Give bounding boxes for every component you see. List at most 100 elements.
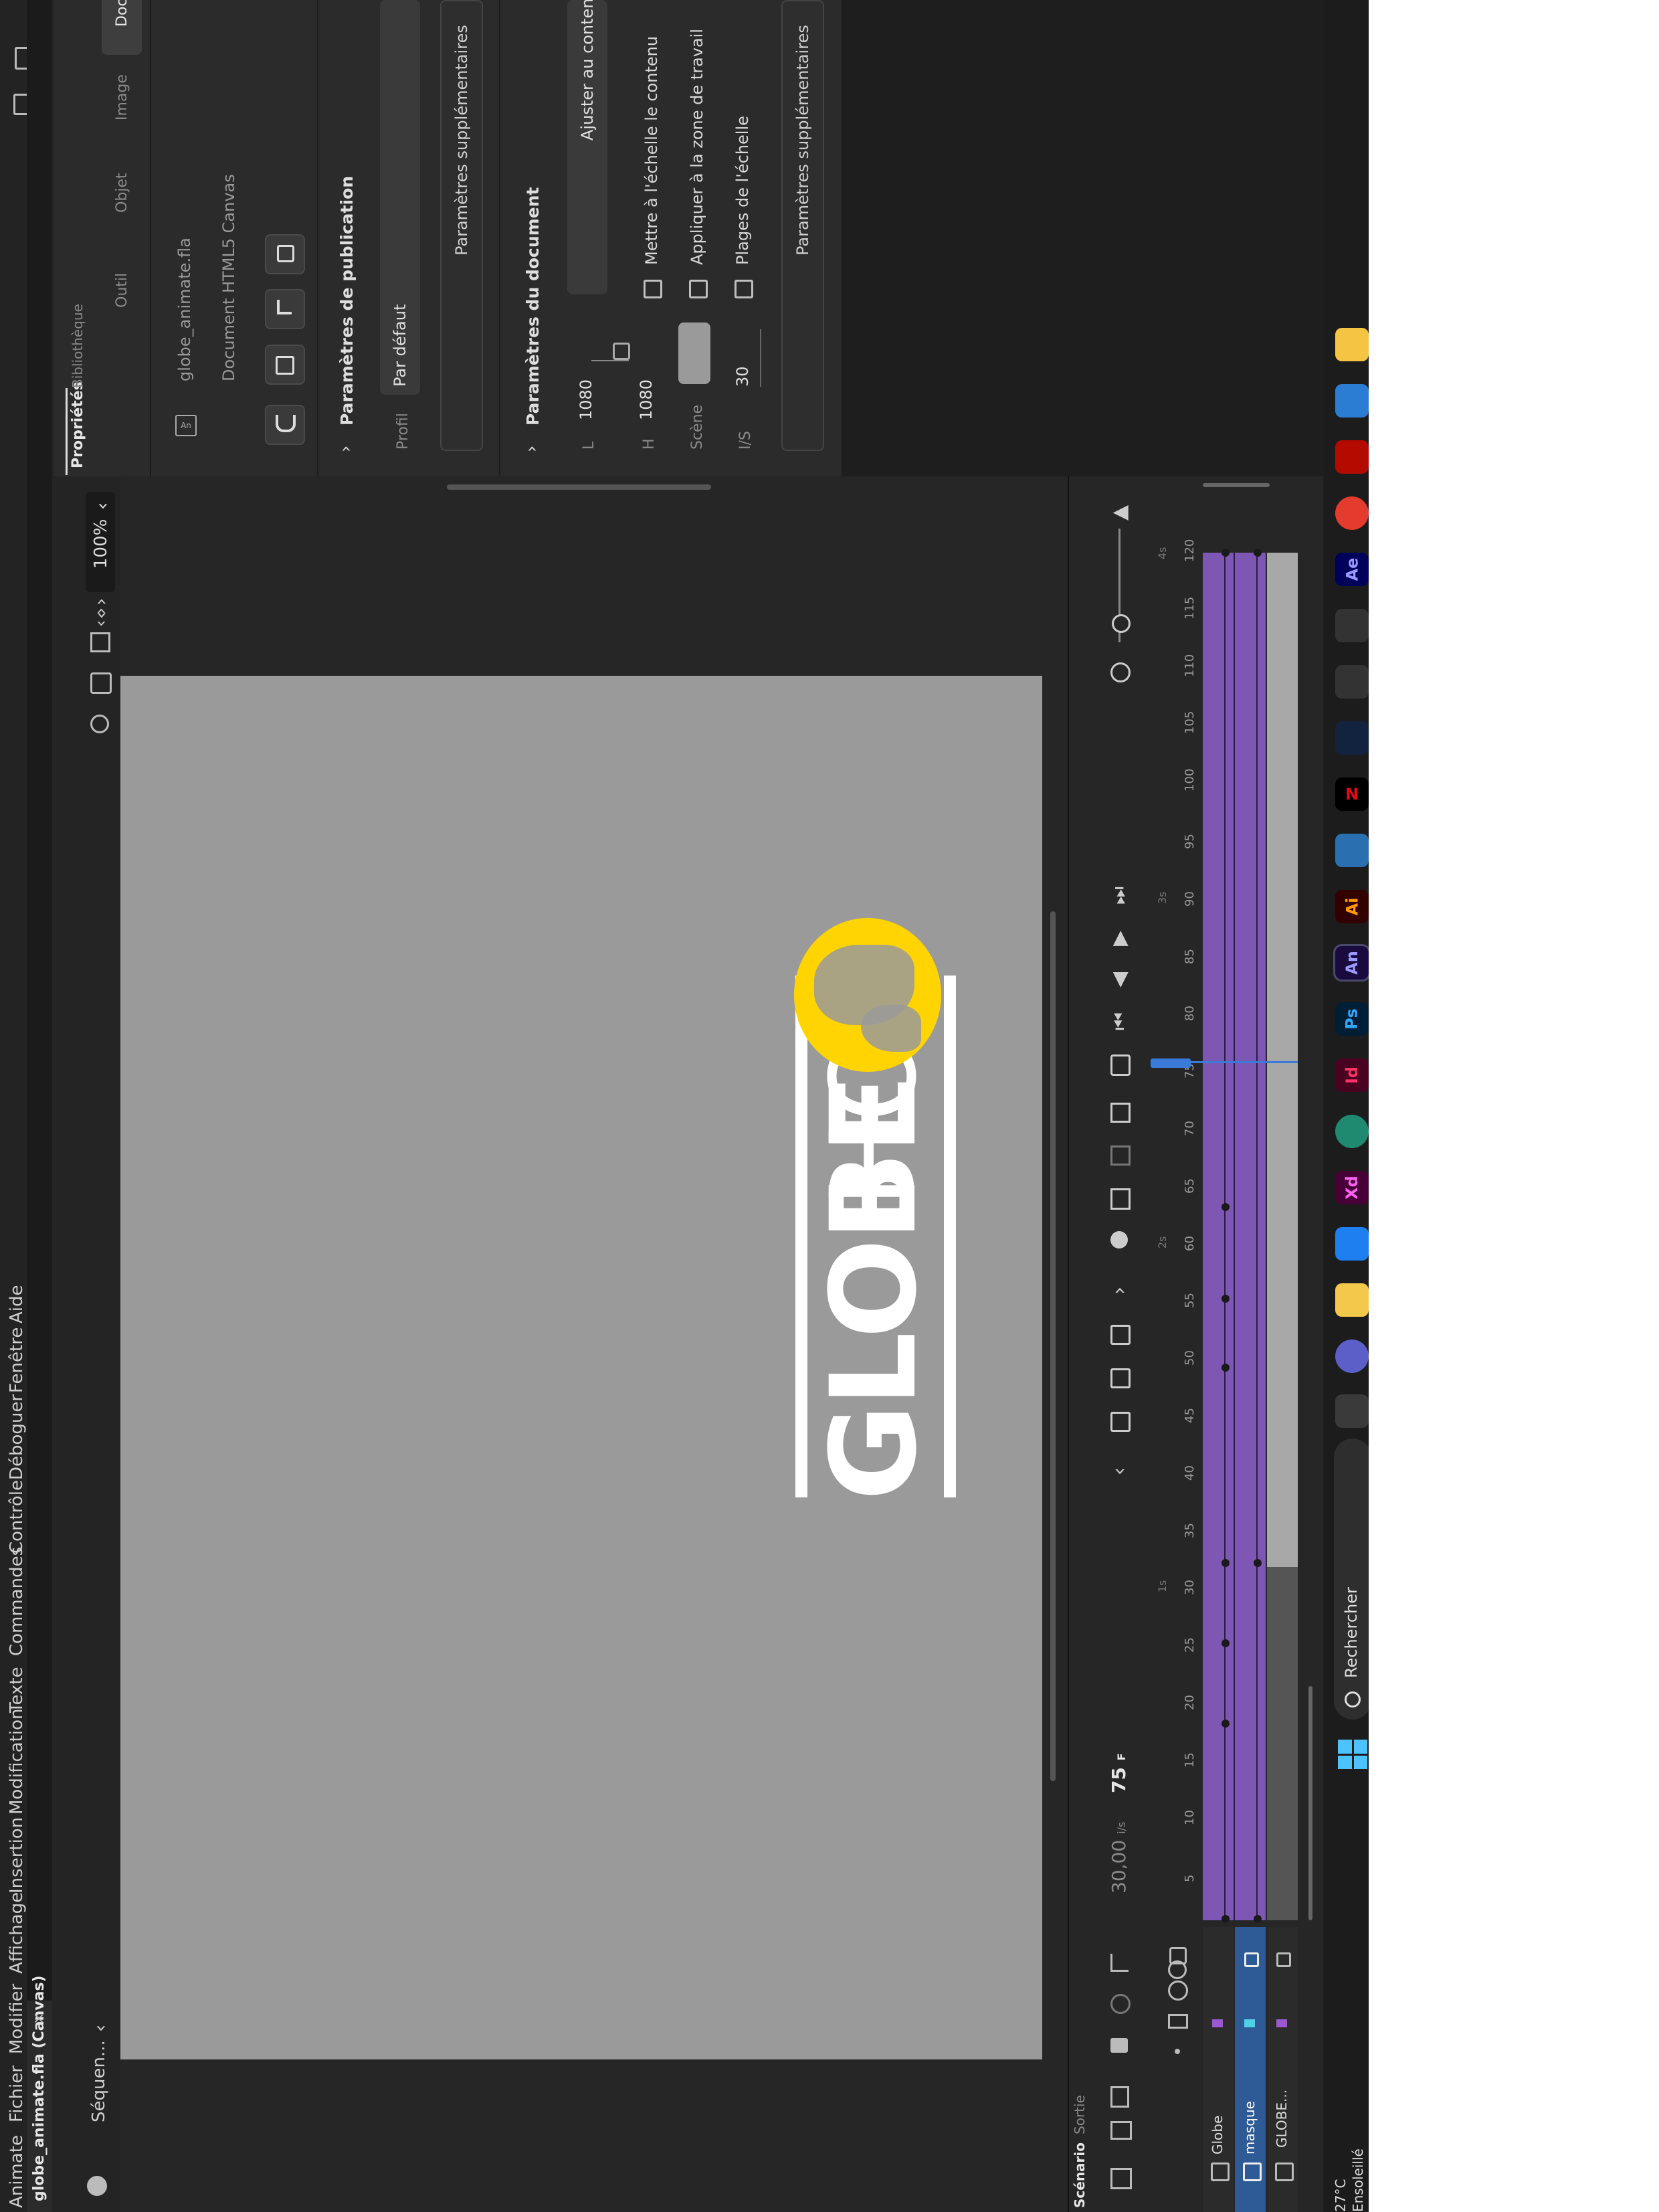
create-tween-icon[interactable]	[1110, 1103, 1131, 1123]
subtab-doc[interactable]: Doc	[114, 0, 130, 27]
layer-name[interactable]: Globe	[1209, 2116, 1226, 2154]
add-layer-icon[interactable]	[1110, 2168, 1132, 2189]
layer-row-globe[interactable]: Globe	[1203, 1927, 1234, 2212]
insert-blank-keyframe-icon[interactable]	[1110, 1368, 1131, 1388]
layer-name[interactable]: GLOBE...	[1274, 2090, 1290, 2148]
timeline-tab-scenario[interactable]: Scénario	[1072, 2142, 1088, 2208]
playhead-handle[interactable]	[1151, 1058, 1191, 1068]
go-last-icon[interactable]: ⏭	[1108, 887, 1131, 905]
keyframe-masque[interactable]	[1254, 1559, 1262, 1568]
windows-start-icon[interactable]	[1338, 1740, 1367, 1769]
lock-all-icon-2[interactable]	[1169, 1947, 1187, 1964]
menu-texte[interactable]: Texte	[7, 1667, 27, 1713]
checkbox-scale-content[interactable]	[644, 280, 662, 298]
stage-fit-icon[interactable]	[90, 632, 110, 652]
after-effects-icon[interactable]: Ae	[1335, 553, 1369, 586]
keyframe-globe[interactable]	[1222, 1559, 1230, 1568]
word-icon[interactable]	[1335, 384, 1369, 418]
media-encoder-icon[interactable]	[1335, 834, 1369, 867]
globe-circle-icon[interactable]	[794, 918, 941, 1072]
color-app-icon[interactable]	[1335, 609, 1369, 642]
tab-close-icon[interactable]: ×	[31, 2013, 47, 2025]
hide-all-icon[interactable]	[1168, 1980, 1188, 2001]
timeline-scrollbar-h[interactable]	[1308, 1686, 1312, 1920]
sublime-icon[interactable]	[1335, 665, 1369, 699]
scene-icon[interactable]	[87, 2176, 107, 2196]
doc-chevron-icon[interactable]: ›	[522, 446, 542, 452]
crosshair-icon[interactable]	[90, 715, 109, 733]
graph-icon[interactable]	[1110, 1954, 1129, 1972]
notes-icon[interactable]	[1335, 328, 1369, 361]
menu-deboguer[interactable]: Déboguer	[7, 1394, 27, 1480]
doc-section-title[interactable]: Paramètres du document	[523, 187, 543, 426]
photoshop-icon[interactable]: Ps	[1335, 1002, 1369, 1036]
zoom-timeline-in-icon[interactable]: ▲	[1108, 505, 1131, 521]
track-globe-masked-b[interactable]	[1267, 1567, 1298, 1920]
track-globe-masked-a[interactable]	[1267, 553, 1298, 1567]
menu-controle[interactable]: Contrôle	[7, 1480, 27, 1554]
checkbox-scale-ranges[interactable]	[735, 280, 753, 298]
step-back-icon[interactable]: ◀	[1108, 972, 1131, 988]
task-view-icon[interactable]	[1335, 1394, 1369, 1428]
ubisoft-icon[interactable]	[1335, 721, 1369, 755]
loop-icon[interactable]	[1110, 1054, 1131, 1076]
scroll-arrows-icon[interactable]: ‹ ›	[90, 598, 112, 619]
camera-icon[interactable]	[1110, 2038, 1128, 2053]
zoom-display[interactable]: 100%	[91, 519, 111, 569]
search-placeholder[interactable]: Rechercher	[1342, 1587, 1361, 1678]
publish-section-title[interactable]: Paramètres de publication	[337, 176, 357, 426]
layer-lock-icon[interactable]	[1244, 1952, 1259, 1967]
weather-desc[interactable]: Ensoleillé	[1350, 2148, 1366, 2212]
keyframe-globe[interactable]	[1222, 1915, 1230, 1923]
file-explorer-icon[interactable]	[1335, 1283, 1369, 1317]
keyframe-globe[interactable]	[1222, 1203, 1230, 1212]
subtab-outil[interactable]: Outil	[114, 273, 130, 308]
layer-row-globe-masked[interactable]: GLOBE...	[1267, 1927, 1298, 2212]
tab-bibliotheque[interactable]: Bibliothèque	[70, 304, 86, 388]
go-first-icon[interactable]: ⏮	[1108, 1012, 1131, 1030]
width-value[interactable]: 1080	[577, 379, 595, 420]
menu-modifier[interactable]: Modifier	[7, 1984, 27, 2054]
parent-layer-icon[interactable]	[1110, 1994, 1131, 2014]
animate-icon[interactable]: An	[1333, 944, 1371, 982]
subtab-image[interactable]: Image	[114, 74, 130, 120]
timeline-tab-sortie[interactable]: Sortie	[1072, 2095, 1088, 2134]
clear-keyframe-icon[interactable]	[1110, 1325, 1131, 1345]
menu-affichage[interactable]: Affichage	[7, 1892, 27, 1974]
next-keyframe-icon[interactable]: ›	[1108, 1287, 1131, 1295]
acrobat-icon[interactable]	[1335, 440, 1369, 474]
link-dimensions-icon[interactable]	[613, 343, 630, 360]
netflix-icon[interactable]: N	[1335, 777, 1369, 811]
illustrator-icon[interactable]: Ai	[1335, 890, 1369, 923]
menu-modification[interactable]: Modification	[7, 1709, 27, 1815]
chrome-icon[interactable]	[1335, 496, 1369, 530]
track-globe[interactable]	[1203, 553, 1234, 1920]
track-masque[interactable]	[1235, 553, 1266, 1920]
insert-keyframe-icon[interactable]	[1110, 1412, 1131, 1432]
tab-proprietes[interactable]: Propriétés	[70, 381, 86, 468]
outline-all-icon[interactable]	[1168, 2014, 1188, 2029]
publish-chevron-icon[interactable]: ›	[336, 446, 356, 452]
checkbox-apply-workspace[interactable]	[689, 280, 708, 298]
xd-icon[interactable]: Xd	[1335, 1171, 1369, 1204]
scene-name[interactable]: Séquen...	[89, 2040, 109, 2122]
indesign-icon[interactable]: Id	[1335, 1058, 1369, 1092]
timeline-zoom-handle[interactable]	[1112, 614, 1131, 633]
props-scroll-handle[interactable]	[447, 484, 711, 490]
zoom-dropdown-icon[interactable]: ‹	[91, 502, 113, 510]
timeline-scrollbar-v[interactable]	[1203, 483, 1270, 487]
fps-value[interactable]: 30	[733, 366, 752, 387]
tween-icon[interactable]	[1110, 1145, 1131, 1166]
scene-color-swatch[interactable]	[678, 322, 710, 384]
chat-icon[interactable]	[1335, 1340, 1369, 1373]
brush-icon[interactable]	[90, 672, 112, 694]
frame-ruler[interactable]	[1151, 476, 1203, 1928]
add-folder-icon[interactable]	[1110, 2121, 1132, 2140]
play-icon[interactable]: ▶	[1108, 931, 1131, 946]
chevron-scene-icon[interactable]: ‹	[89, 2025, 111, 2032]
keyframe-masque[interactable]	[1254, 1915, 1262, 1923]
onion-skin-icon[interactable]	[1110, 1231, 1128, 1249]
menu-aide[interactable]: Aide	[7, 1285, 27, 1323]
stage-scrollbar-vertical[interactable]	[1050, 911, 1056, 1781]
stage-canvas[interactable]: GLOBE HOR	[120, 676, 1042, 2059]
